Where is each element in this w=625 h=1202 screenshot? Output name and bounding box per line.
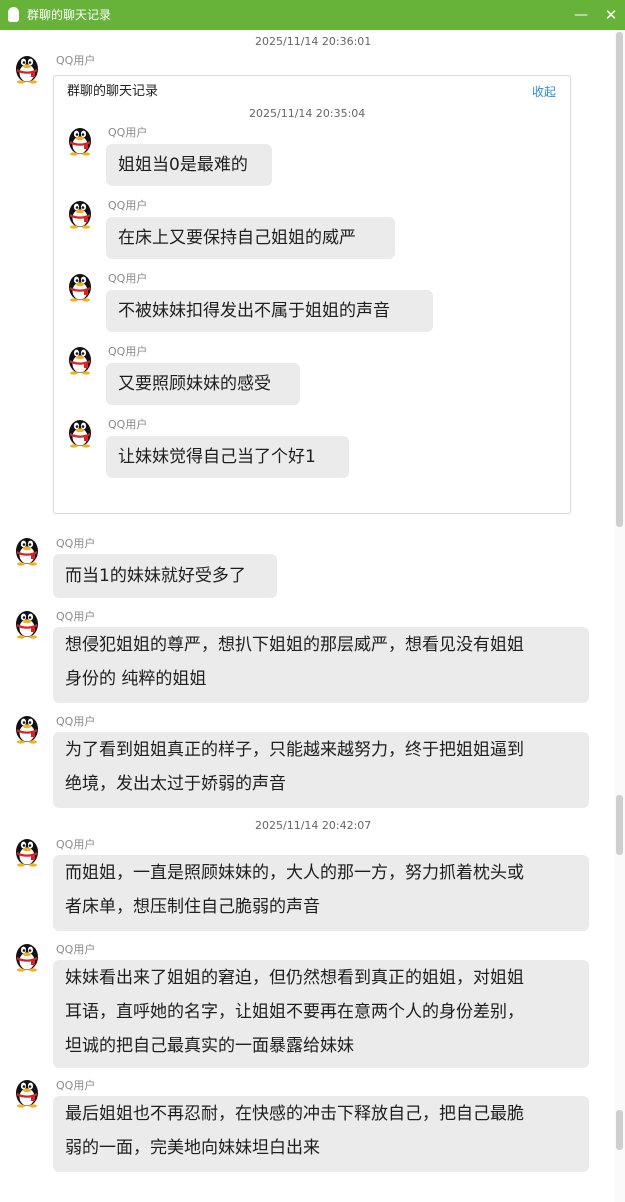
sender-name: QQ用户 xyxy=(56,610,96,623)
avatar[interactable] xyxy=(65,124,95,156)
qq-penguin-icon xyxy=(69,128,91,156)
forwarded-timestamp: 2025/11/14 20:35:04 xyxy=(249,107,366,120)
qq-penguin-icon xyxy=(69,274,91,302)
sender-name: QQ用户 xyxy=(56,54,96,67)
sender-name: QQ用户 xyxy=(56,943,96,956)
sender-name: QQ用户 xyxy=(108,418,148,431)
message-line: 妹妹看出来了姐姐的窘迫，但仍然想看到真正的姐姐，对姐姐 xyxy=(65,968,524,988)
message-bubble: 最后姐姐也不再忍耐，在快感的冲击下释放自己，把自己最脆 弱的一面，完美地向妹妹坦… xyxy=(53,1096,589,1172)
scrollbar-thumb[interactable] xyxy=(616,32,623,527)
qq-penguin-icon xyxy=(16,611,38,639)
qq-penguin-icon xyxy=(69,347,91,375)
avatar[interactable] xyxy=(12,1076,42,1108)
qq-penguin-icon xyxy=(16,839,38,867)
message-line: 弱的一面，完美地向妹妹坦白出来 xyxy=(65,1138,320,1158)
avatar[interactable] xyxy=(65,197,95,229)
avatar[interactable] xyxy=(12,607,42,639)
avatar[interactable] xyxy=(65,343,95,375)
message-line: 而当1的妹妹就好受多了 xyxy=(65,566,246,586)
qq-penguin-icon xyxy=(16,1080,38,1108)
avatar[interactable] xyxy=(12,712,42,744)
minimize-icon[interactable]: — xyxy=(571,5,591,25)
window-title: 群聊的聊天记录 xyxy=(27,8,112,22)
qq-penguin-icon xyxy=(69,420,91,448)
message-bubble: 姐姐当0是最难的 xyxy=(106,144,272,186)
message-timestamp: 2025/11/14 20:42:07 xyxy=(255,819,372,832)
message-line: 最后姐姐也不再忍耐，在快感的冲击下释放自己，把自己最脆 xyxy=(65,1104,524,1124)
qq-penguin-icon xyxy=(16,538,38,566)
message-timestamp: 2025/11/14 20:36:01 xyxy=(255,35,372,48)
avatar[interactable] xyxy=(12,534,42,566)
message-bubble: 妹妹看出来了姐姐的窘迫，但仍然想看到真正的姐姐，对姐姐 耳语，直呼她的名字，让姐… xyxy=(53,960,589,1068)
message-line: 耳语，直呼她的名字，让姐姐不要再在意两个人的身份差别， xyxy=(65,1002,524,1022)
sender-name: QQ用户 xyxy=(108,272,148,285)
sender-name: QQ用户 xyxy=(108,345,148,358)
message-bubble: 想侵犯姐姐的尊严，想扒下姐姐的那层威严，想看见没有姐姐 身份的 纯粹的姐姐 xyxy=(53,627,589,703)
qq-penguin-icon xyxy=(16,944,38,972)
message-bubble: 在床上又要保持自己姐姐的威严 xyxy=(106,217,395,259)
qq-penguin-icon xyxy=(16,56,38,84)
message-line: 绝境，发出太过于娇弱的声音 xyxy=(65,774,286,794)
message-line: 为了看到姐姐真正的样子，只能越来越努力，终于把姐姐逼到 xyxy=(65,740,524,760)
message-bubble: 让妹妹觉得自己当了个好1 xyxy=(106,436,349,478)
sender-name: QQ用户 xyxy=(56,537,96,550)
scrollbar-thumb-lower[interactable] xyxy=(616,795,623,855)
collapse-link[interactable]: 收起 xyxy=(532,84,556,100)
window-titlebar: 群聊的聊天记录 — ✕ xyxy=(0,0,625,30)
message-line: 身份的 纯粹的姐姐 xyxy=(65,669,207,689)
close-icon[interactable]: ✕ xyxy=(601,5,621,25)
qq-penguin-icon xyxy=(69,201,91,229)
avatar[interactable] xyxy=(12,52,42,84)
avatar[interactable] xyxy=(12,835,42,867)
message-bubble: 又要照顾妹妹的感受 xyxy=(106,363,300,405)
message-bubble: 不被妹妹扣得发出不属于姐姐的声音 xyxy=(106,290,433,332)
sender-name: QQ用户 xyxy=(56,715,96,728)
message-line: 而姐姐，一直是照顾妹妹的，大人的那一方，努力抓着枕头或 xyxy=(65,863,524,883)
qq-penguin-icon xyxy=(8,7,19,22)
qq-penguin-icon xyxy=(16,716,38,744)
message-bubble: 而姐姐，一直是照顾妹妹的，大人的那一方，努力抓着枕头或 者床单，想压制住自己脆弱… xyxy=(53,855,589,931)
scrollbar-thumb-bottom[interactable] xyxy=(616,1110,623,1150)
sender-name: QQ用户 xyxy=(56,1079,96,1092)
avatar[interactable] xyxy=(65,416,95,448)
avatar[interactable] xyxy=(12,940,42,972)
sender-name: QQ用户 xyxy=(108,126,148,139)
avatar[interactable] xyxy=(65,270,95,302)
forwarded-card-title: 群聊的聊天记录 xyxy=(67,84,159,99)
message-bubble: 为了看到姐姐真正的样子，只能越来越努力，终于把姐姐逼到 绝境，发出太过于娇弱的声… xyxy=(53,732,589,808)
sender-name: QQ用户 xyxy=(108,199,148,212)
sender-name: QQ用户 xyxy=(56,838,96,851)
message-line: 坦诚的把自己最真实的一面暴露给妹妹 xyxy=(65,1036,354,1056)
message-bubble: 而当1的妹妹就好受多了 xyxy=(53,554,277,598)
message-line: 者床单，想压制住自己脆弱的声音 xyxy=(65,897,320,917)
message-line: 想侵犯姐姐的尊严，想扒下姐姐的那层威严，想看见没有姐姐 xyxy=(65,635,524,655)
